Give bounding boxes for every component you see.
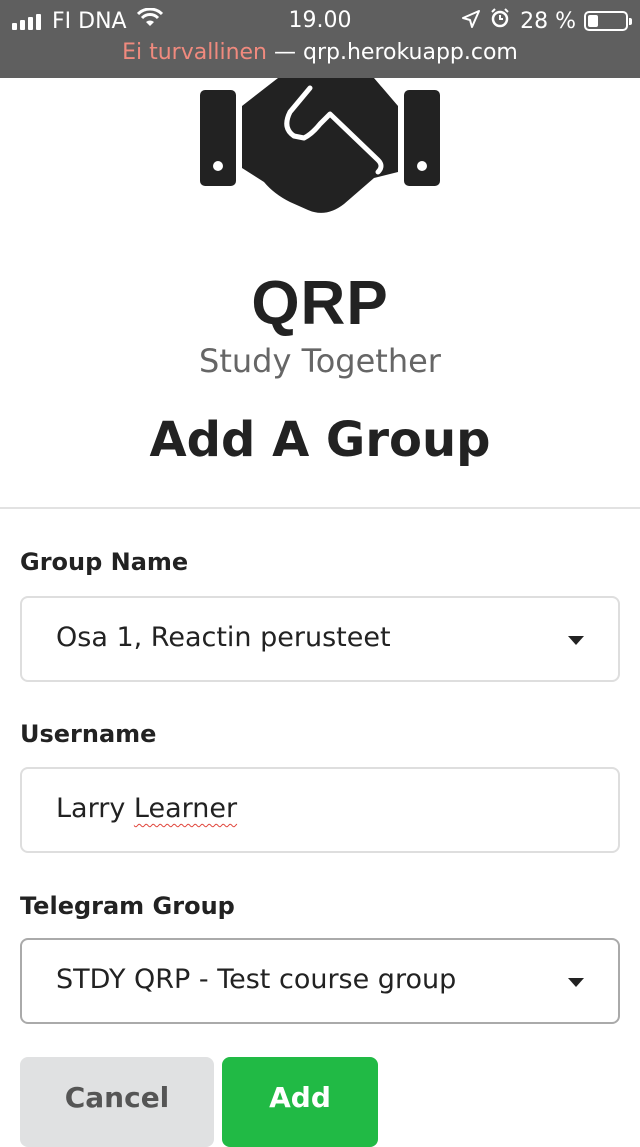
- telegram-group-value: STDY QRP - Test course group: [56, 964, 457, 995]
- chevron-down-icon: [568, 636, 584, 645]
- browser-status-bar: FI DNA 19.00 28 % Ei turvallinen — qrp.h…: [0, 0, 640, 78]
- battery-level: [588, 15, 598, 27]
- cancel-button[interactable]: Cancel: [20, 1057, 214, 1147]
- username-input[interactable]: Larry Learner: [20, 767, 620, 853]
- username-first: Larry: [56, 793, 134, 824]
- battery-percent: 28 %: [520, 8, 576, 34]
- handshake-icon: [198, 78, 442, 218]
- security-warning: Ei turvallinen: [122, 40, 267, 65]
- username-misspelled: Learner: [133, 793, 238, 824]
- chevron-down-icon: [568, 978, 584, 987]
- alarm-icon: [490, 8, 510, 34]
- group-name-value: Osa 1, Reactin perusteet: [56, 622, 391, 653]
- group-name-label: Group Name: [20, 548, 189, 576]
- url-separator: —: [267, 40, 303, 65]
- telegram-group-label: Telegram Group: [20, 892, 235, 920]
- url-bar[interactable]: Ei turvallinen — qrp.herokuapp.com: [0, 40, 640, 65]
- header-divider: [0, 507, 640, 509]
- username-value: Larry Learner: [56, 793, 237, 824]
- location-arrow-icon: [462, 9, 481, 34]
- telegram-group-select[interactable]: STDY QRP - Test course group: [20, 938, 620, 1024]
- brand-tagline: Study Together: [199, 342, 441, 380]
- status-right: 28 %: [462, 8, 632, 34]
- battery-icon: [584, 11, 632, 31]
- brand-name: QRP: [251, 269, 389, 338]
- page-title: Add A Group: [149, 412, 491, 468]
- url-domain: qrp.herokuapp.com: [303, 40, 518, 65]
- username-label: Username: [20, 720, 157, 748]
- group-name-select[interactable]: Osa 1, Reactin perusteet: [20, 596, 620, 682]
- add-button[interactable]: Add: [222, 1057, 378, 1147]
